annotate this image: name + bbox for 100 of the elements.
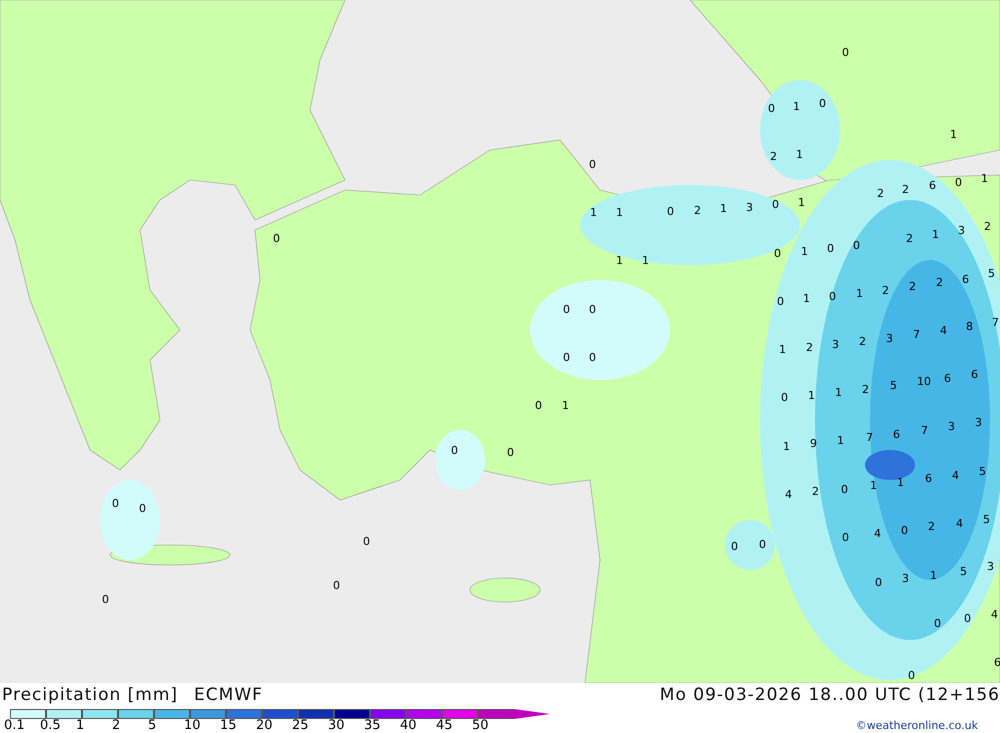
precipitation-value: 7	[913, 328, 920, 342]
precipitation-value: 0	[102, 593, 109, 607]
precipitation-value: 0	[781, 391, 788, 405]
precipitation-value: 0	[139, 502, 146, 516]
precipitation-value: 10	[917, 375, 931, 389]
precipitation-value: 0	[964, 612, 971, 626]
precipitation-value: 0	[934, 617, 941, 631]
precipitation-value: 1	[562, 399, 569, 413]
precipitation-value: 0	[589, 158, 596, 172]
model-name: ECMWF	[194, 685, 263, 707]
precipitation-value: 3	[987, 560, 994, 574]
precipitation-value: 2	[859, 335, 866, 349]
precipitation-value: 0	[535, 399, 542, 413]
legend-label: 5	[148, 719, 156, 733]
precipitation-value: 2	[984, 220, 991, 234]
precipitation-value: 8	[966, 320, 973, 334]
precipitation-value: 4	[952, 469, 959, 483]
precipitation-value: 0	[777, 295, 784, 309]
legend-label: 2	[112, 719, 120, 733]
precipitation-value: 5	[979, 465, 986, 479]
precipitation-value: 1	[870, 479, 877, 493]
precipitation-value: 4	[991, 608, 998, 622]
precipitation-value: 2	[928, 520, 935, 534]
precipitation-value: 0	[589, 303, 596, 317]
precipitation-value: 1	[590, 206, 597, 220]
credit-text: ©weatheronline.co.uk	[856, 718, 979, 732]
precipitation-value: 6	[971, 368, 978, 382]
legend-label: 20	[256, 719, 273, 733]
precipitation-value: 0	[875, 576, 882, 590]
precipitation-value: 4	[940, 324, 947, 338]
precipitation-value: 3	[746, 201, 753, 215]
precipitation-value: 1	[950, 128, 957, 142]
precipitation-value: 2	[694, 204, 701, 218]
legend-label: 40	[400, 719, 417, 733]
precipitation-value: 6	[994, 656, 1000, 670]
precipitation-value: 0	[451, 444, 458, 458]
map-title: Precipitation [mm]	[2, 685, 178, 707]
precipitation-value: 0	[853, 239, 860, 253]
legend-label: 1	[76, 719, 84, 733]
precipitation-value: 1	[808, 389, 815, 403]
legend-label: 50	[472, 719, 489, 733]
precipitation-value: 0	[507, 446, 514, 460]
precipitation-value: 0	[842, 531, 849, 545]
precipitation-value: 2	[812, 485, 819, 499]
precipitation-value: 1	[801, 245, 808, 259]
precipitation-value: 0	[772, 198, 779, 212]
precipitation-value: 1	[837, 434, 844, 448]
precipitation-value: 0	[842, 46, 849, 60]
precipitation-value: 1	[783, 440, 790, 454]
precipitation-value: 7	[992, 316, 999, 330]
precipitation-value: 1	[803, 292, 810, 306]
precipitation-value: 1	[981, 172, 988, 186]
precipitation-value: 0	[819, 97, 826, 111]
precipitation-value: 9	[810, 437, 817, 451]
precipitation-value: 6	[925, 472, 932, 486]
precipitation-value: 6	[893, 428, 900, 442]
legend-label: 45	[436, 719, 453, 733]
precipitation-value: 0	[333, 579, 340, 593]
precipitation-value: 0	[955, 176, 962, 190]
precipitation-value: 1	[616, 254, 623, 268]
precipitation-value: 0	[908, 669, 915, 683]
precipitation-value: 0	[563, 303, 570, 317]
precipitation-value: 0	[112, 497, 119, 511]
precipitation-value: 0	[774, 247, 781, 261]
precipitation-value: 0	[841, 483, 848, 497]
precipitation-value: 5	[983, 513, 990, 527]
precipitation-value: 6	[944, 372, 951, 386]
precipitation-value: 6	[929, 179, 936, 193]
legend-label: 10	[184, 719, 201, 733]
precipitation-value: 2	[877, 187, 884, 201]
precipitation-value: 1	[779, 343, 786, 357]
precipitation-value: 0	[829, 290, 836, 304]
legend-label: 30	[328, 719, 345, 733]
precipitation-value: 4	[785, 488, 792, 502]
precipitation-value: 0	[901, 524, 908, 538]
precipitation-value: 0	[768, 102, 775, 116]
precipitation-value: 0	[589, 351, 596, 365]
precipitation-value: 3	[975, 416, 982, 430]
valid-time: Mo 09-03-2026 18..00 UTC (12+156	[660, 685, 1000, 707]
legend-arrow-icon	[514, 709, 550, 719]
precipitation-value: 1	[932, 228, 939, 242]
precipitation-value: 7	[866, 431, 873, 445]
precipitation-value: 3	[958, 224, 965, 238]
precipitation-value: 0	[759, 538, 766, 552]
precipitation-value: 4	[874, 527, 881, 541]
precipitation-value: 1	[856, 287, 863, 301]
precipitation-value: 1	[930, 569, 937, 583]
legend-label: 35	[364, 719, 381, 733]
precipitation-value: 3	[948, 420, 955, 434]
precipitation-value: 5	[988, 267, 995, 281]
precipitation-value: 1	[793, 100, 800, 114]
precipitation-value: 0	[667, 205, 674, 219]
precipitation-value: 1	[835, 386, 842, 400]
precipitation-value: 0	[731, 540, 738, 554]
legend-label: 15	[220, 719, 237, 733]
precipitation-value: 2	[770, 150, 777, 164]
precipitation-value: 2	[909, 280, 916, 294]
precipitation-value: 0	[363, 535, 370, 549]
precipitation-value: 5	[890, 379, 897, 393]
precipitation-value: 2	[882, 284, 889, 298]
